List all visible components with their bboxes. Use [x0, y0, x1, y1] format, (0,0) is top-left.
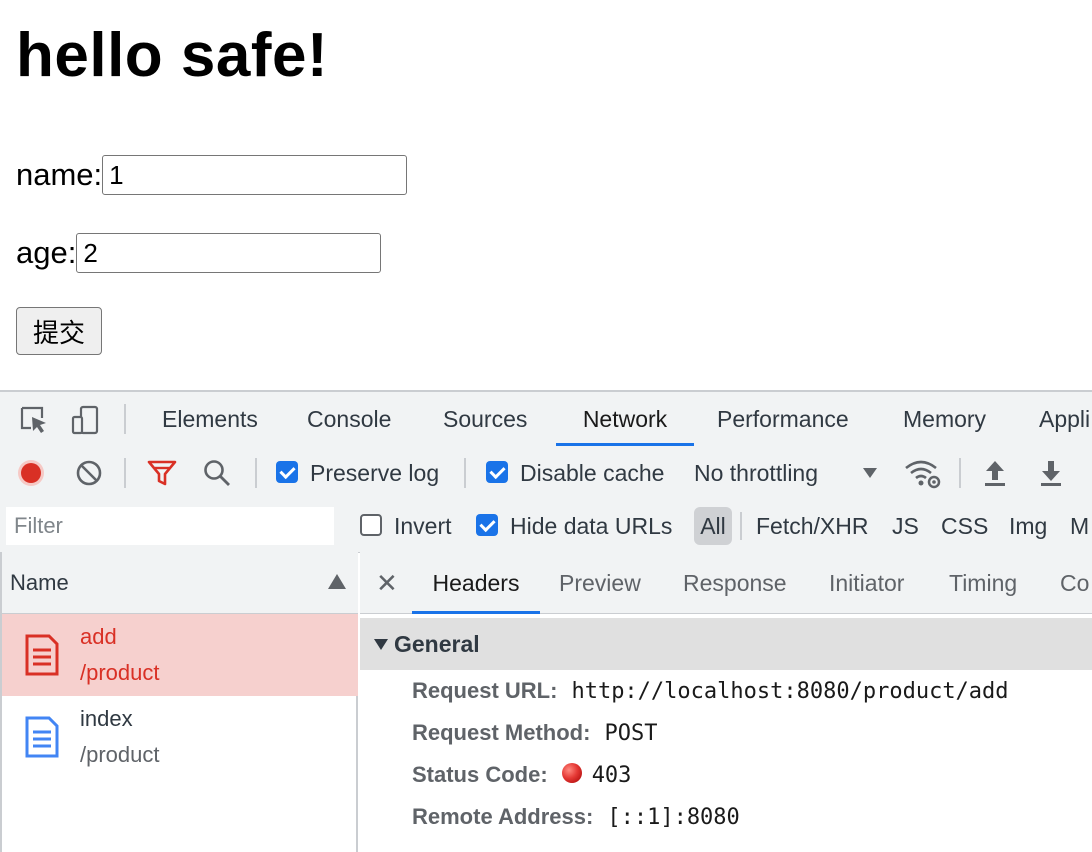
type-filter-js[interactable]: JS [892, 500, 919, 552]
name-input[interactable] [102, 155, 408, 195]
disable-cache-checkbox[interactable]: Disable cache [486, 446, 664, 500]
filter-input[interactable] [6, 507, 334, 545]
status-code-value: 403 [591, 763, 632, 788]
clear-icon[interactable] [74, 458, 104, 488]
request-method-value: POST [604, 721, 658, 746]
tabbar-divider [124, 404, 126, 434]
tab-headers[interactable]: Headers [412, 552, 540, 614]
type-filter-css[interactable]: CSS [941, 500, 988, 552]
type-filter-fetch-xhr[interactable]: Fetch/XHR [756, 500, 868, 552]
request-url-value: http://localhost:8080/product/add [571, 679, 1009, 704]
name-row: name: [16, 155, 408, 195]
submit-button[interactable]: 提交 [16, 307, 102, 355]
tab-console[interactable]: Console [307, 392, 391, 446]
devtools-tabbar: Elements Console Sources Network Perform… [0, 392, 1092, 447]
network-conditions-icon[interactable] [904, 458, 942, 490]
tab-network[interactable]: Network [556, 392, 694, 446]
general-section-title: General [394, 631, 480, 657]
request-detail-pane: ✕ Headers Preview Response Initiator Tim… [360, 552, 1092, 852]
throttling-value: No throttling [694, 460, 819, 486]
age-label: age: [16, 235, 77, 270]
type-filter-all[interactable]: All [694, 507, 732, 545]
type-filter-img[interactable]: Img [1009, 500, 1047, 552]
close-icon[interactable]: ✕ [376, 552, 398, 614]
invert-checkbox[interactable]: Invert [360, 500, 452, 552]
request-row-add[interactable]: add /product [2, 614, 358, 696]
hide-data-urls-checkbox[interactable]: Hide data URLs [476, 500, 672, 552]
expand-triangle-icon [374, 639, 388, 650]
request-row-index[interactable]: index /product [2, 696, 358, 778]
request-url-field: Request URL: http://localhost:8080/produc… [412, 678, 1009, 704]
remote-address-field: Remote Address: [::1]:8080 [412, 804, 740, 830]
export-har-icon[interactable] [1038, 458, 1064, 488]
status-code-field: Status Code: 403 [412, 762, 631, 788]
tab-response[interactable]: Response [683, 552, 787, 614]
general-section-header[interactable]: General [360, 618, 1092, 670]
sort-ascending-icon [328, 574, 346, 589]
toolbar-divider [255, 458, 257, 488]
request-name: index [80, 706, 133, 731]
request-url-key: Request URL: [412, 678, 558, 703]
remote-address-key: Remote Address: [412, 804, 594, 829]
chevron-down-icon[interactable] [862, 467, 878, 479]
request-method-key: Request Method: [412, 720, 591, 745]
document-icon [25, 634, 59, 676]
page-heading: hello safe! [16, 21, 329, 90]
hide-data-urls-label: Hide data URLs [510, 513, 673, 539]
toolbar-divider [959, 458, 961, 488]
status-code-key: Status Code: [412, 762, 548, 787]
filter-bar: Invert Hide data URLs All Fetch/XHR JS C… [0, 500, 1092, 553]
preserve-log-check[interactable] [276, 460, 298, 483]
disable-cache-check[interactable] [486, 460, 508, 483]
preserve-log-label: Preserve log [310, 460, 440, 486]
hide-data-urls-check[interactable] [476, 513, 498, 536]
detail-tabbar: ✕ Headers Preview Response Initiator Tim… [360, 552, 1092, 614]
request-list: Name add /product index /product [0, 552, 358, 852]
page-content: hello safe! name: age: 提交 [0, 0, 1092, 390]
tab-application[interactable]: Appli [1039, 392, 1090, 446]
filter-divider [740, 512, 742, 540]
age-input[interactable] [76, 233, 382, 273]
toolbar-divider [464, 458, 466, 488]
filter-icon[interactable] [146, 458, 178, 488]
tab-sources[interactable]: Sources [443, 392, 527, 446]
name-column-header[interactable]: Name [2, 552, 358, 614]
status-error-icon [561, 763, 582, 784]
toolbar-divider [124, 458, 126, 488]
throttling-select[interactable]: No throttling [694, 446, 818, 500]
remote-address-value: [::1]:8080 [607, 805, 740, 830]
name-label: name: [16, 157, 103, 192]
document-icon [25, 716, 59, 758]
preserve-log-checkbox[interactable]: Preserve log [276, 446, 439, 500]
tab-preview[interactable]: Preview [559, 552, 641, 614]
invert-label: Invert [394, 513, 452, 539]
name-column-label: Name [10, 570, 69, 595]
tab-cookies[interactable]: Co [1060, 552, 1089, 614]
devtools-panel: Elements Console Sources Network Perform… [0, 390, 1092, 852]
network-toolbar: Preserve log Disable cache No throttling [0, 446, 1092, 501]
tab-timing[interactable]: Timing [949, 552, 1017, 614]
search-icon[interactable] [202, 458, 232, 488]
type-filter-media[interactable]: M [1070, 500, 1089, 552]
request-method-field: Request Method: POST [412, 720, 657, 746]
invert-check[interactable] [360, 513, 382, 536]
tab-performance[interactable]: Performance [717, 392, 849, 446]
inspect-element-icon[interactable] [18, 404, 50, 436]
import-har-icon[interactable] [982, 458, 1008, 488]
tab-initiator[interactable]: Initiator [829, 552, 904, 614]
disable-cache-label: Disable cache [520, 460, 665, 486]
age-row: age: [16, 233, 382, 273]
request-path: /product [80, 660, 160, 685]
tab-elements[interactable]: Elements [162, 392, 258, 446]
request-path: /product [80, 742, 160, 767]
tab-memory[interactable]: Memory [903, 392, 986, 446]
device-toolbar-icon[interactable] [70, 404, 102, 436]
record-icon[interactable] [16, 458, 46, 488]
request-name: add [80, 624, 117, 649]
